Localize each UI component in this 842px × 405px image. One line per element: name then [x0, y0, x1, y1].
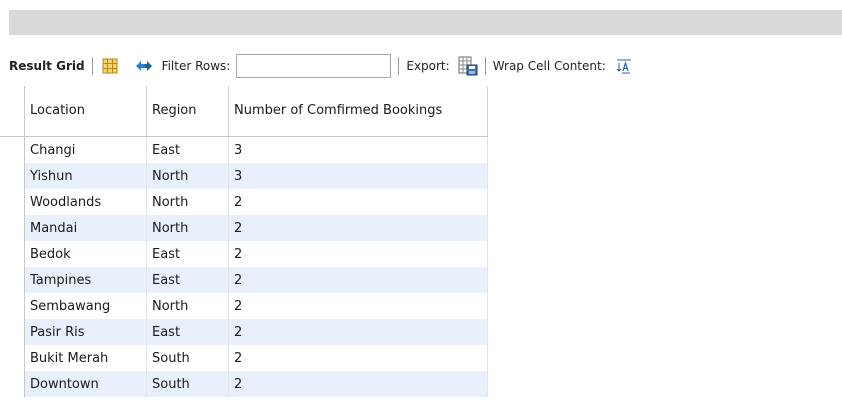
cell-region[interactable]: South: [146, 371, 229, 397]
table-row[interactable]: Woodlands North 2: [0, 189, 488, 215]
table-row[interactable]: Tampines East 2: [0, 267, 488, 293]
toolbar-divider: [91, 57, 93, 75]
cell-region[interactable]: North: [146, 215, 229, 241]
refresh-arrows-icon[interactable]: [134, 56, 154, 76]
cell-bookings[interactable]: 2: [228, 371, 488, 397]
cell-region[interactable]: North: [146, 293, 229, 319]
table-row[interactable]: Pasir Ris East 2: [0, 319, 488, 345]
cell-bookings[interactable]: 2: [228, 345, 488, 371]
filter-rows-label: Filter Rows:: [161, 59, 231, 73]
wrap-text-icon[interactable]: [614, 56, 634, 76]
cell-location[interactable]: Pasir Ris: [24, 319, 147, 345]
result-table: Location Region Number of Comfirmed Book…: [0, 86, 488, 397]
cell-region[interactable]: North: [146, 189, 229, 215]
cell-location[interactable]: Tampines: [24, 267, 147, 293]
row-header-corner: [0, 86, 25, 137]
cell-bookings[interactable]: 2: [228, 319, 488, 345]
row-selector[interactable]: [0, 293, 25, 319]
filter-rows-input[interactable]: [236, 54, 392, 78]
header-row: Location Region Number of Comfirmed Book…: [0, 86, 488, 137]
cell-bookings[interactable]: 2: [228, 241, 488, 267]
workbench-result-panel: Result Grid Filter Rows: Export: Wrap Ce…: [0, 0, 842, 405]
cell-location[interactable]: Sembawang: [24, 293, 147, 319]
table-row[interactable]: Yishun North 3: [0, 163, 488, 189]
wrap-cell-content-label: Wrap Cell Content:: [492, 59, 606, 73]
row-selector[interactable]: [0, 345, 25, 371]
table-row[interactable]: Bukit Merah South 2: [0, 345, 488, 371]
cell-region[interactable]: East: [146, 267, 229, 293]
row-selector[interactable]: [0, 189, 25, 215]
cell-region[interactable]: South: [146, 345, 229, 371]
table-row[interactable]: Downtown South 2: [0, 371, 488, 397]
column-header-bookings[interactable]: Number of Comfirmed Bookings: [228, 86, 488, 137]
row-selector[interactable]: [0, 136, 25, 163]
result-grid-tab[interactable]: Result Grid: [9, 59, 85, 73]
cell-bookings[interactable]: 2: [228, 293, 488, 319]
result-toolbar: Result Grid Filter Rows: Export: Wrap Ce…: [0, 46, 842, 86]
table-row[interactable]: Changi East 3: [0, 136, 488, 163]
cell-location[interactable]: Woodlands: [24, 189, 147, 215]
grid-layout-icon[interactable]: [100, 56, 120, 76]
cell-bookings[interactable]: 2: [228, 189, 488, 215]
table-row[interactable]: Mandai North 2: [0, 215, 488, 241]
cell-bookings[interactable]: 3: [228, 163, 488, 189]
export-label: Export:: [406, 59, 450, 73]
column-header-location[interactable]: Location: [24, 86, 147, 137]
toolbar-divider: [398, 57, 400, 75]
cell-location[interactable]: Downtown: [24, 371, 147, 397]
query-tab-bar: [9, 10, 842, 35]
row-selector[interactable]: [0, 163, 25, 189]
cell-location[interactable]: Yishun: [24, 163, 147, 189]
row-selector[interactable]: [0, 319, 25, 345]
cell-bookings[interactable]: 2: [228, 215, 488, 241]
cell-region[interactable]: East: [146, 319, 229, 345]
toolbar-divider: [484, 57, 486, 75]
row-selector[interactable]: [0, 215, 25, 241]
cell-region[interactable]: East: [146, 241, 229, 267]
save-export-icon[interactable]: [458, 56, 478, 76]
cell-region[interactable]: North: [146, 163, 229, 189]
cell-region[interactable]: East: [146, 136, 229, 163]
row-selector[interactable]: [0, 267, 25, 293]
table-row[interactable]: Sembawang North 2: [0, 293, 488, 319]
row-selector[interactable]: [0, 241, 25, 267]
row-selector[interactable]: [0, 371, 25, 397]
cell-location[interactable]: Bedok: [24, 241, 147, 267]
cell-location[interactable]: Bukit Merah: [24, 345, 147, 371]
cell-bookings[interactable]: 2: [228, 267, 488, 293]
result-grid: Location Region Number of Comfirmed Book…: [0, 86, 500, 397]
cell-bookings[interactable]: 3: [228, 136, 488, 163]
cell-location[interactable]: Mandai: [24, 215, 147, 241]
table-row[interactable]: Bedok East 2: [0, 241, 488, 267]
cell-location[interactable]: Changi: [24, 136, 147, 163]
column-header-region[interactable]: Region: [146, 86, 229, 137]
